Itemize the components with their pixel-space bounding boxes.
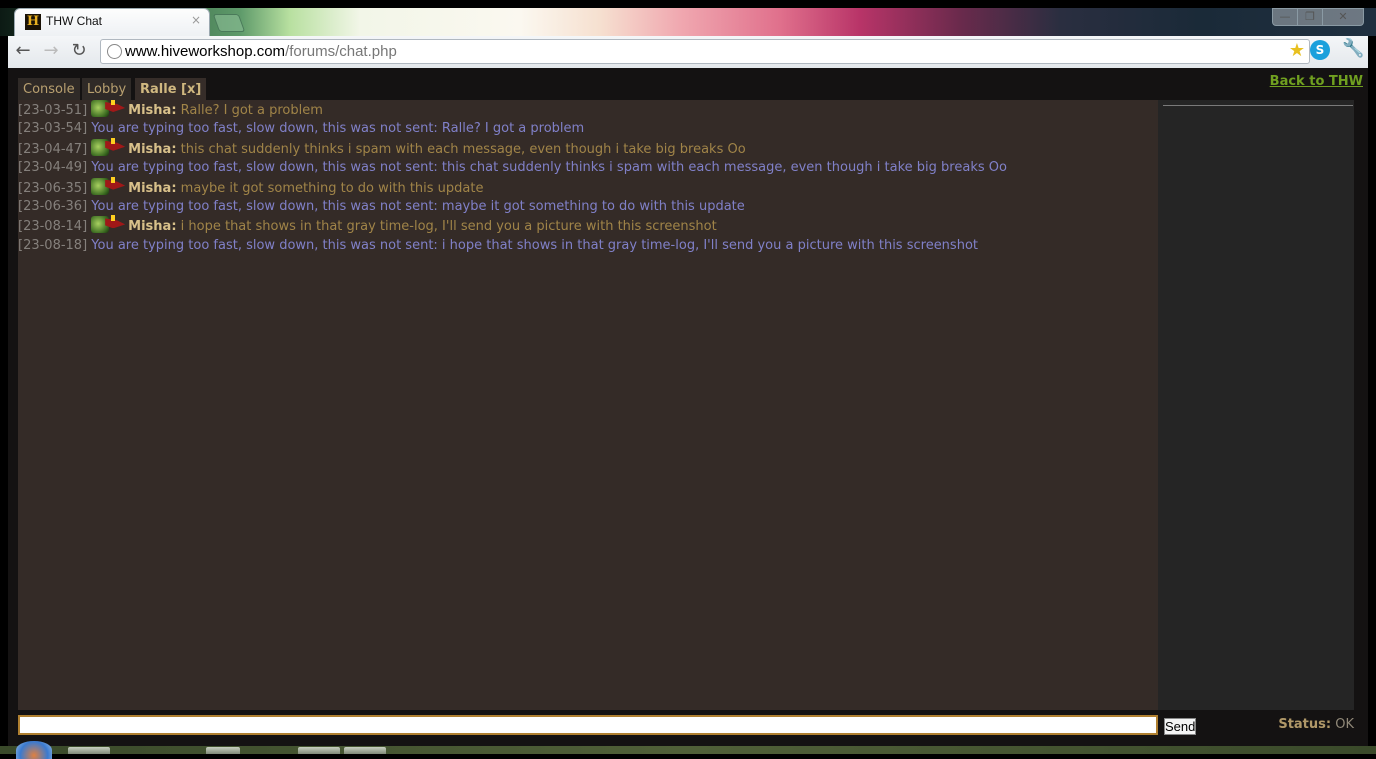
message-nickname[interactable]: Misha:	[128, 142, 176, 157]
message-nickname[interactable]: Misha:	[128, 103, 176, 118]
tab-ralle[interactable]: Ralle [x]	[135, 78, 207, 100]
taskbar-button[interactable]	[206, 747, 240, 754]
message-text: Ralle? I got a problem	[180, 103, 323, 118]
browser-toolbar: ← → ↻ www.hiveworkshop.com/forums/chat.p…	[8, 36, 1368, 68]
user-avatar-icon[interactable]	[91, 137, 126, 156]
system-message-text: You are typing too fast, slow down, this…	[91, 160, 1007, 176]
url-host: www.hiveworkshop.com	[125, 43, 286, 60]
browser-tab-thw-chat[interactable]: H THW Chat ×	[14, 8, 210, 36]
back-arrow-icon[interactable]: ←	[12, 40, 34, 62]
url-path: /forums/chat.php	[285, 43, 397, 60]
system-message: [23-04-49] You are typing too fast, slow…	[18, 158, 1158, 177]
back-to-thw-link[interactable]: Back to THW	[1270, 74, 1363, 89]
reload-icon[interactable]: ↻	[68, 40, 90, 62]
chat-log: [23-03-51] Misha: Ralle? I got a problem[…	[18, 100, 1158, 710]
chat-message: [23-04-47] Misha: this chat suddenly thin…	[18, 137, 1158, 158]
chat-message: [23-06-35] Misha: maybe it got something …	[18, 176, 1158, 197]
status-value: OK	[1335, 717, 1354, 732]
send-button[interactable]: Send	[1164, 718, 1196, 735]
system-message: [23-03-54] You are typing too fast, slow…	[18, 119, 1158, 138]
message-text: this chat suddenly thinks i spam with ea…	[180, 141, 746, 157]
message-text: maybe it got something to do with this u…	[180, 180, 484, 196]
message-timestamp: [23-04-49]	[18, 160, 88, 176]
start-orb-icon[interactable]	[16, 741, 52, 759]
message-nickname[interactable]: Misha:	[128, 219, 176, 234]
browser-titlebar: H THW Chat × — ❐ ✕	[0, 0, 1376, 36]
chat-message: [23-03-51] Misha: Ralle? I got a problem	[18, 100, 1158, 119]
maximize-icon: ❐	[1305, 10, 1315, 23]
tab-console[interactable]: Console	[18, 78, 80, 100]
system-message: [23-06-36] You are typing too fast, slow…	[18, 197, 1158, 216]
address-bar[interactable]: www.hiveworkshop.com/forums/chat.php ★	[100, 39, 1310, 64]
window-minimize-button[interactable]: —	[1272, 8, 1298, 26]
message-timestamp: [23-06-36]	[18, 198, 88, 214]
status-indicator: Status: OK	[1278, 717, 1354, 732]
bookmark-star-icon[interactable]: ★	[1289, 40, 1305, 61]
system-message-text: You are typing too fast, slow down, this…	[91, 198, 745, 214]
message-timestamp: [23-06-35]	[18, 180, 88, 196]
hive-favicon-icon: H	[25, 14, 41, 30]
tab-lobby[interactable]: Lobby	[82, 78, 132, 100]
message-nickname[interactable]: Misha:	[128, 181, 176, 196]
message-timestamp: [23-03-54]	[18, 121, 88, 137]
system-message-text: You are typing too fast, slow down, this…	[91, 121, 585, 137]
taskbar-button[interactable]	[298, 747, 340, 754]
system-message: [23-08-18] You are typing too fast, slow…	[18, 236, 1158, 255]
taskbar-button[interactable]	[68, 747, 110, 754]
minimize-icon: —	[1279, 10, 1291, 23]
chat-page: Console Lobby Ralle [x] Back to THW [23-…	[8, 68, 1368, 754]
message-timestamp: [23-03-51]	[18, 103, 88, 118]
message-timestamp: [23-04-47]	[18, 141, 88, 157]
status-label: Status:	[1278, 717, 1332, 732]
system-message-text: You are typing too fast, slow down, this…	[91, 237, 978, 253]
chat-message: [23-08-14] Misha: i hope that shows in th…	[18, 215, 1158, 235]
user-avatar-icon[interactable]	[91, 215, 126, 234]
window-close-button[interactable]: ✕	[1322, 8, 1364, 26]
new-tab-button[interactable]	[212, 14, 246, 32]
user-avatar-icon[interactable]	[91, 100, 126, 117]
skype-extension-icon[interactable]: S	[1310, 40, 1330, 60]
sidebar-divider	[1163, 105, 1353, 106]
message-text: i hope that shows in that gray time-log,…	[180, 219, 717, 235]
tab-close-icon[interactable]: ×	[191, 13, 201, 27]
forward-arrow-icon[interactable]: →	[40, 40, 62, 62]
user-list-panel	[1158, 100, 1354, 710]
url-text: www.hiveworkshop.com/forums/chat.php	[125, 43, 397, 60]
message-timestamp: [23-08-18]	[18, 237, 88, 253]
tab-title: THW Chat	[46, 14, 103, 28]
close-icon: ✕	[1338, 10, 1348, 23]
chat-message-input[interactable]	[18, 715, 1158, 735]
globe-icon	[107, 44, 122, 59]
window-maximize-button[interactable]: ❐	[1297, 8, 1323, 26]
taskbar-button[interactable]	[344, 747, 386, 754]
message-timestamp: [23-08-14]	[18, 219, 88, 235]
user-avatar-icon[interactable]	[91, 176, 126, 195]
wrench-menu-icon[interactable]: 🔧	[1342, 38, 1364, 59]
